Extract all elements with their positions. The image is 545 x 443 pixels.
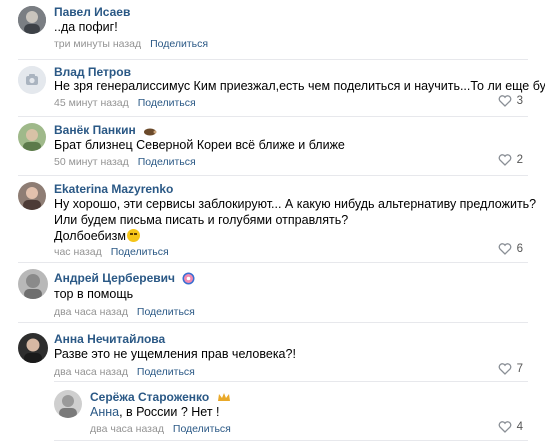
comment-time[interactable]: два часа назад [90, 423, 164, 435]
heart-icon [498, 243, 511, 255]
avatar-photo-icon [18, 6, 46, 34]
comment-author[interactable]: Ванёк Панкин [54, 123, 157, 137]
share-link[interactable]: Поделиться [138, 156, 196, 168]
like-button[interactable]: 4 [498, 421, 523, 433]
separator [54, 440, 528, 441]
avatar-photo-icon [18, 333, 48, 363]
like-count: 7 [516, 363, 523, 375]
comment-time[interactable]: 50 минут назад [54, 156, 129, 168]
heart-icon [498, 95, 511, 107]
separator [18, 322, 528, 323]
comment-author-name[interactable]: Ванёк Панкин [54, 123, 136, 137]
avatar-photo-icon [18, 123, 46, 151]
avatar-photo-icon [18, 269, 48, 299]
like-count: 3 [516, 95, 523, 107]
like-count: 4 [516, 421, 523, 433]
comment-time[interactable]: 45 минут назад [54, 97, 129, 109]
heart-icon [498, 421, 511, 433]
separator [54, 381, 528, 382]
comment-text: ..да пофиг! [54, 20, 118, 34]
share-link[interactable]: Поделиться [137, 306, 195, 318]
comment-meta: три минуты назад Поделиться [54, 38, 208, 50]
comment-time[interactable]: час назад [54, 246, 102, 258]
comment-time[interactable]: два часа назад [54, 366, 128, 378]
grimace-emoji-icon [126, 229, 140, 242]
comment-text: Не зря генералиссимус Ким приезжал,есть … [54, 79, 545, 93]
avatar[interactable] [18, 182, 46, 210]
like-button[interactable]: 3 [498, 95, 523, 107]
camera-placeholder-icon [18, 66, 46, 94]
comment-author[interactable]: Ekaterina Mazyrenko [54, 182, 173, 196]
comment-meta: 50 минут назад Поделиться [54, 156, 196, 168]
like-count: 2 [516, 154, 523, 166]
heart-icon [498, 363, 511, 375]
crown-icon [217, 393, 230, 402]
avatar-photo-icon [18, 182, 46, 210]
comment-author[interactable]: Анна Нечитайлова [54, 332, 165, 346]
donut-icon [182, 272, 195, 285]
like-button[interactable]: 6 [498, 243, 523, 255]
comment-text: тор в помощь [54, 287, 134, 301]
avatar[interactable] [18, 66, 46, 94]
comment-meta: два часа назад Поделиться [90, 423, 231, 435]
comment-time[interactable]: три минуты назад [54, 38, 141, 50]
comment-author[interactable]: Павел Исаев [54, 5, 130, 19]
avatar[interactable] [18, 6, 46, 34]
comment-author-name[interactable]: Андрей Церберевич [54, 271, 175, 285]
comment-text: Анна, в России ? Нет ! [90, 403, 220, 421]
comment-meta: два часа назад Поделиться [54, 306, 195, 318]
separator [18, 262, 528, 263]
separator [18, 59, 528, 60]
heart-icon [498, 154, 511, 166]
comment-time[interactable]: два часа назад [54, 306, 128, 318]
comment-text: Долбоебизм [54, 227, 140, 245]
share-link[interactable]: Поделиться [111, 246, 169, 258]
comment-text-line: Долбоебизм [54, 229, 126, 243]
like-button[interactable]: 7 [498, 363, 523, 375]
comment-meta: два часа назад Поделиться [54, 366, 195, 378]
share-link[interactable]: Поделиться [137, 366, 195, 378]
share-link[interactable]: Поделиться [138, 97, 196, 109]
comment-author[interactable]: Серёжа Староженко [90, 390, 231, 404]
separator [18, 175, 528, 176]
avatar[interactable] [18, 123, 46, 151]
comment-meta: час назад Поделиться [54, 246, 169, 258]
avatar[interactable] [18, 333, 48, 363]
comment-author-name[interactable]: Серёжа Староженко [90, 390, 209, 404]
comment-text: Брат близнец Северной Кореи всё ближе и … [54, 138, 345, 152]
like-button[interactable]: 2 [498, 154, 523, 166]
comment-meta: 45 минут назад Поделиться [54, 97, 196, 109]
avatar[interactable] [54, 390, 82, 418]
comment-author[interactable]: Андрей Церберевич [54, 271, 195, 285]
hedgehog-icon [144, 128, 157, 136]
mention-link[interactable]: Анна [90, 405, 119, 419]
share-link[interactable]: Поделиться [173, 423, 231, 435]
like-count: 6 [516, 243, 523, 255]
comments-feed: Павел Исаев ..да пофиг! три минуты назад… [0, 0, 545, 443]
comment-text: Разве это не ущемления прав человека?! [54, 347, 296, 361]
avatar-photo-icon [54, 390, 82, 418]
share-link[interactable]: Поделиться [150, 38, 208, 50]
reply-text: , в России ? Нет ! [119, 405, 220, 419]
separator [18, 116, 528, 117]
avatar[interactable] [18, 269, 48, 299]
